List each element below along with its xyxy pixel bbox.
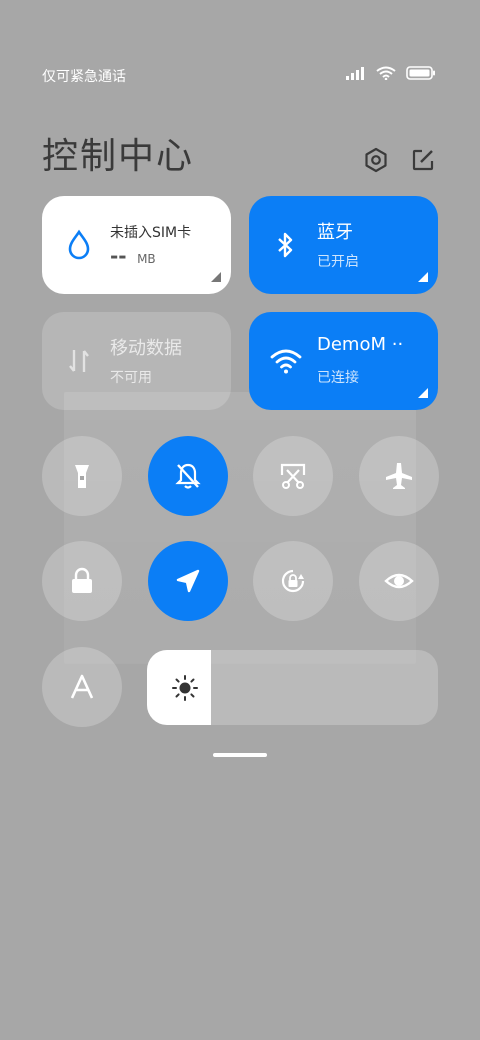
- location-arrow-icon: [176, 569, 200, 593]
- carrier-status-text: 仅可紧急通话: [42, 69, 126, 85]
- mobile-data-status: 不可用: [110, 370, 152, 386]
- lock-screen-toggle[interactable]: [42, 541, 122, 621]
- mobile-data-title: 移动数据: [110, 338, 182, 359]
- airplane-toggle[interactable]: [359, 436, 439, 516]
- signal-icon: [346, 67, 364, 80]
- mute-toggle[interactable]: [148, 436, 228, 516]
- wifi-tile[interactable]: DemoM ·· 已连接: [249, 312, 438, 410]
- battery-icon: [406, 66, 435, 80]
- wallpaper-background: [64, 392, 416, 664]
- eye-comfort-toggle[interactable]: [359, 541, 439, 621]
- flashlight-icon: [75, 465, 89, 488]
- mobile-data-tile[interactable]: 移动数据 不可用: [42, 312, 231, 410]
- bluetooth-status: 已开启: [317, 254, 359, 270]
- bluetooth-tile[interactable]: 蓝牙 已开启: [249, 196, 438, 294]
- drag-handle[interactable]: [213, 753, 267, 757]
- page-title: 控制中心: [42, 136, 195, 177]
- reading-mode-toggle[interactable]: [42, 647, 122, 727]
- water-drop-icon: [68, 229, 90, 260]
- letter-a-icon: [70, 674, 94, 699]
- sun-icon: [172, 675, 198, 701]
- wifi-status: 已连接: [317, 370, 359, 386]
- bluetooth-icon: [278, 232, 293, 258]
- wifi-status-icon: [376, 66, 396, 80]
- tile-corner-indicator: [211, 272, 221, 282]
- location-toggle[interactable]: [148, 541, 228, 621]
- tile-corner-indicator: [418, 388, 428, 398]
- sim-data-value: --: [110, 244, 127, 268]
- sim-data-usage: -- MB: [110, 244, 156, 268]
- edit-icon[interactable]: [409, 146, 437, 174]
- flashlight-toggle[interactable]: [42, 436, 122, 516]
- eye-icon: [384, 573, 414, 589]
- screenshot-toggle[interactable]: [253, 436, 333, 516]
- bluetooth-title: 蓝牙: [317, 222, 353, 243]
- tile-corner-indicator: [418, 272, 428, 282]
- data-arrows-icon: [69, 350, 89, 372]
- status-icons: [346, 66, 436, 80]
- sim-data-tile[interactable]: 未插入SIM卡 -- MB: [42, 196, 231, 294]
- lock-icon: [72, 567, 92, 593]
- rotation-lock-toggle[interactable]: [253, 541, 333, 621]
- bell-off-icon: [175, 463, 201, 489]
- sim-tile-title: 未插入SIM卡: [110, 225, 192, 241]
- settings-icon[interactable]: [362, 146, 390, 174]
- wifi-network-name: DemoM ··: [317, 334, 404, 355]
- brightness-slider[interactable]: [147, 650, 438, 725]
- rotation-lock-icon: [281, 569, 305, 593]
- scissors-icon: [280, 463, 306, 489]
- airplane-icon: [386, 463, 412, 489]
- sim-data-unit: MB: [137, 252, 156, 266]
- wifi-icon: [270, 349, 302, 374]
